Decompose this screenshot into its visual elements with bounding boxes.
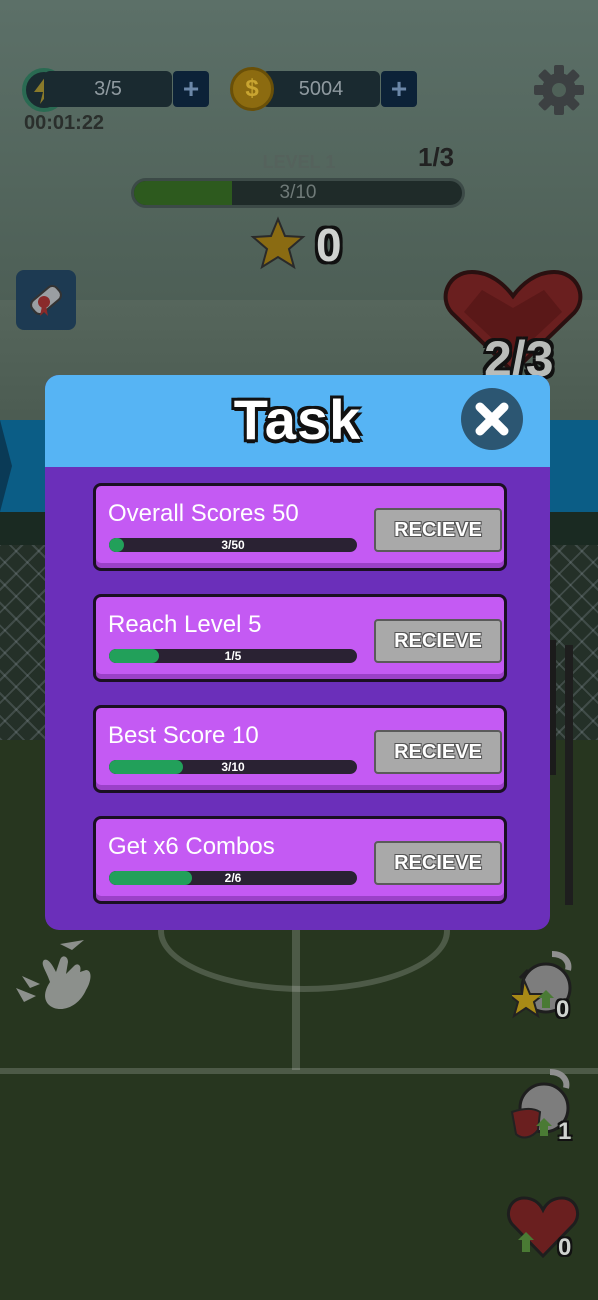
level-progress-text: 3/10 xyxy=(279,182,317,203)
close-icon xyxy=(475,402,509,436)
add-coins-button[interactable]: + xyxy=(381,71,417,107)
task-progress-text: 1/5 xyxy=(224,649,242,663)
task-progress-text: 2/6 xyxy=(224,871,242,885)
close-button[interactable] xyxy=(461,388,523,450)
rewards-scroll-button[interactable] xyxy=(16,270,76,330)
receive-button[interactable]: RECIEVE xyxy=(374,730,502,774)
goal-post xyxy=(565,645,573,905)
level-progress-bar: 3/10 xyxy=(131,178,465,208)
task-card-best-score: Best Score 10 3/10 RECIEVE xyxy=(93,705,507,793)
level-label: LEVEL 1 xyxy=(262,152,336,172)
task-label: Reach Level 5 xyxy=(108,611,262,638)
swipe-hand-icon xyxy=(10,940,100,1020)
stage-counter: 1/3 xyxy=(418,142,455,172)
task-dialog: Task Overall Scores 50 3/50 RECIEVE Reac… xyxy=(45,375,550,930)
receive-button[interactable]: RECIEVE xyxy=(374,619,502,663)
task-card-overall-scores: Overall Scores 50 3/50 RECIEVE xyxy=(93,483,507,571)
task-label: Overall Scores 50 xyxy=(108,500,299,527)
shield-lock-count: 1 xyxy=(558,1118,572,1145)
task-progress-bar: 3/10 xyxy=(109,760,357,774)
energy-counter: 3/5 xyxy=(44,71,172,107)
coin-icon: $ xyxy=(230,67,274,111)
goal-post xyxy=(550,640,556,775)
receive-button[interactable]: RECIEVE xyxy=(374,841,502,885)
receive-button[interactable]: RECIEVE xyxy=(374,508,502,552)
task-card-combos: Get x6 Combos 2/6 RECIEVE xyxy=(93,816,507,904)
task-label: Get x6 Combos xyxy=(108,833,275,860)
task-card-reach-level: Reach Level 5 1/5 RECIEVE xyxy=(93,594,507,682)
task-progress-bar: 2/6 xyxy=(109,871,357,885)
heart-booster-count: 0 xyxy=(558,1234,572,1261)
star-icon xyxy=(250,216,306,272)
task-progress-text: 3/50 xyxy=(221,538,245,552)
task-progress-bar: 1/5 xyxy=(109,649,357,663)
task-progress-bar: 3/50 xyxy=(109,538,357,552)
pitch-line xyxy=(0,1068,598,1074)
star-count: 0 xyxy=(316,219,342,271)
task-label: Best Score 10 xyxy=(108,722,259,749)
energy-timer: 00:01:22 xyxy=(24,112,105,134)
task-progress-text: 3/10 xyxy=(221,760,245,774)
task-dialog-header: Task xyxy=(45,375,550,467)
star-lock-count: 0 xyxy=(556,996,570,1023)
coin-counter: 5004 xyxy=(262,71,380,107)
add-energy-button[interactable]: + xyxy=(173,71,209,107)
gear-icon[interactable] xyxy=(533,64,585,116)
